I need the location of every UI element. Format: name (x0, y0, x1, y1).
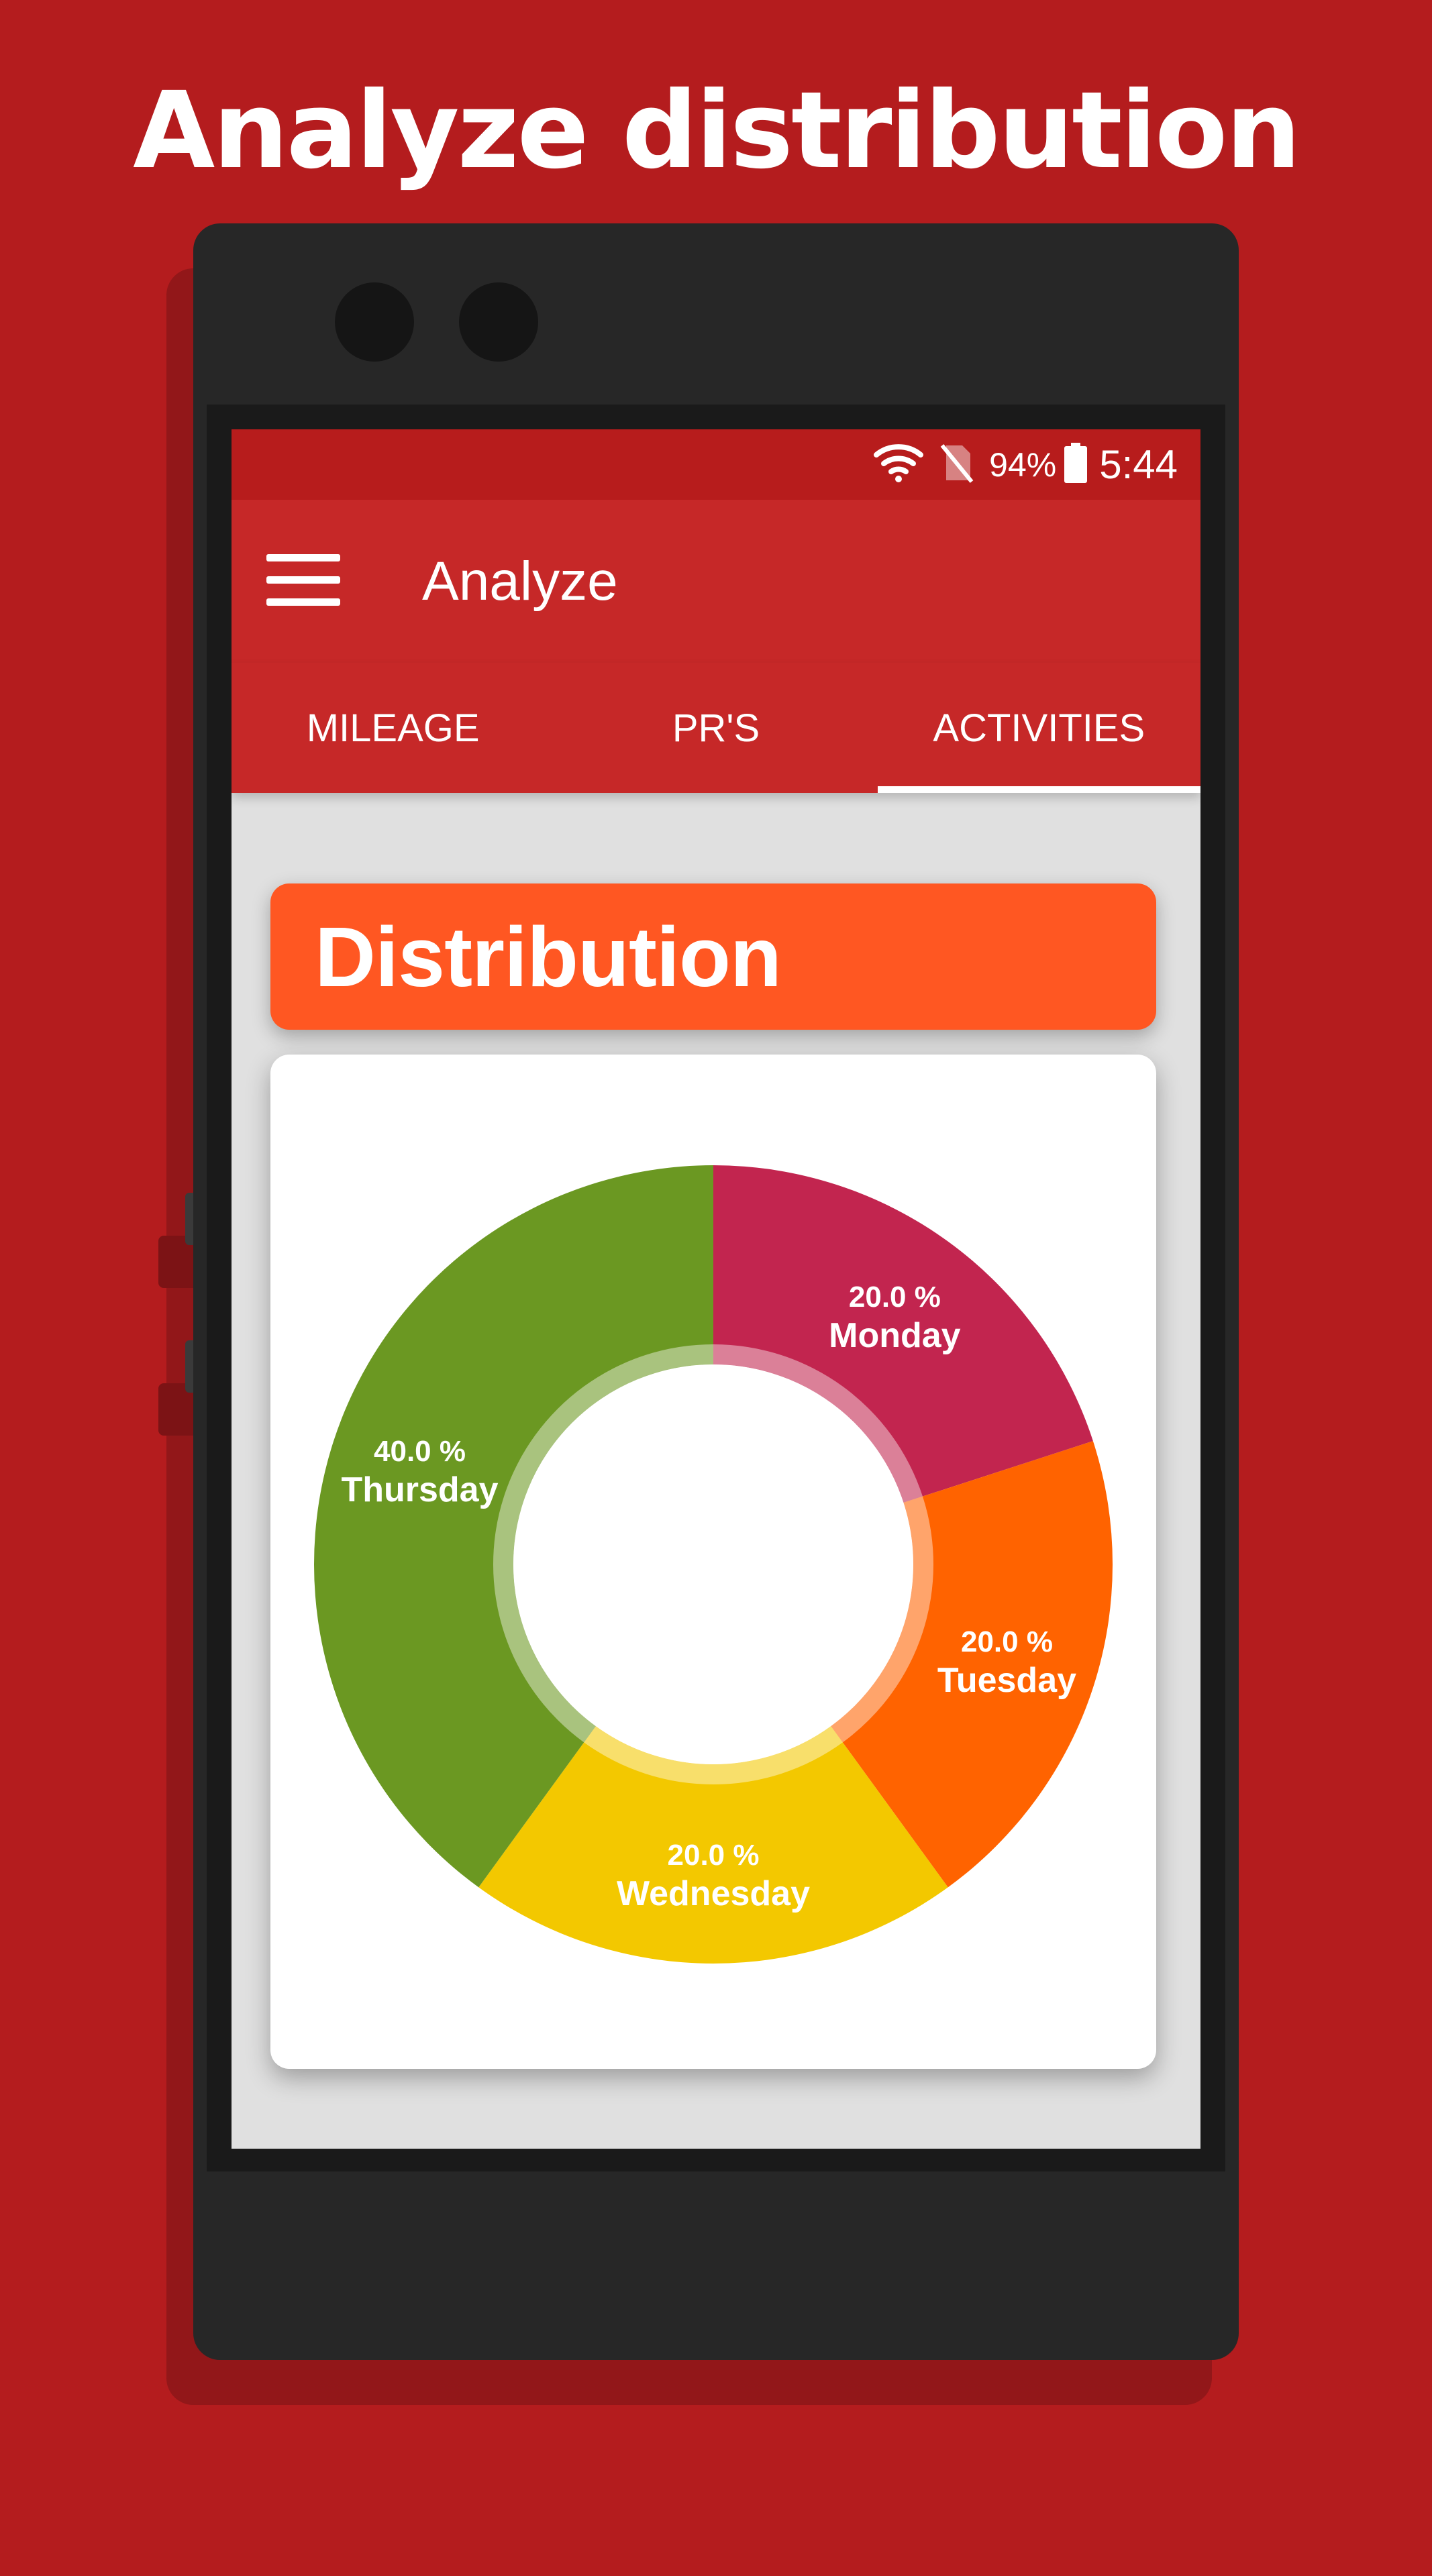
slice-category-label: Wednesday (617, 1874, 810, 1913)
donut-hole (513, 1364, 913, 1764)
battery-percent: 94% (989, 445, 1057, 484)
toolbar-title: Analyze (422, 551, 618, 612)
slice-category-label: Thursday (341, 1470, 498, 1509)
slice-percent-label: 20.0 % (849, 1281, 941, 1313)
tab-activities[interactable]: ACTIVITIES (877, 663, 1200, 793)
slice-category-label: Monday (829, 1316, 961, 1355)
hamburger-menu-icon[interactable] (266, 550, 340, 610)
app-toolbar: Analyze (232, 500, 1200, 663)
wifi-icon (874, 443, 924, 486)
front-camera-right (459, 282, 538, 362)
no-sim-icon (939, 443, 974, 486)
distribution-header-card: Distribution (270, 883, 1156, 1030)
slice-percent-label: 40.0 % (374, 1435, 466, 1468)
slice-percent-label: 20.0 % (668, 1839, 760, 1872)
battery-icon (1064, 443, 1088, 486)
tab-prs[interactable]: PR'S (554, 663, 877, 793)
clock: 5:44 (1099, 442, 1178, 487)
slice-category-label: Tuesday (937, 1661, 1076, 1700)
slice-percent-label: 20.0 % (961, 1625, 1053, 1658)
tab-bar: MILEAGE PR'S ACTIVITIES (232, 663, 1200, 793)
phone-frame: 94% 5:44 Analyze MILEAGE PR'S ACTIVITIES… (193, 223, 1239, 2360)
front-camera-left (335, 282, 414, 362)
tab-mileage[interactable]: MILEAGE (232, 663, 554, 793)
section-title: Distribution (315, 910, 782, 1004)
app-screen: 94% 5:44 Analyze MILEAGE PR'S ACTIVITIES… (232, 429, 1200, 2149)
donut-chart: 20.0 %Monday20.0 %Tuesday20.0 %Wednesday… (313, 1165, 1113, 1964)
chart-card: 20.0 % Monday 20.0 % Tuesday 20.0 % Wednesday… (270, 1055, 1156, 2069)
status-icons: 94% 5:44 (874, 429, 1178, 500)
status-bar: 94% 5:44 (232, 429, 1200, 500)
promo-headline: Analyze distribution (133, 69, 1301, 193)
